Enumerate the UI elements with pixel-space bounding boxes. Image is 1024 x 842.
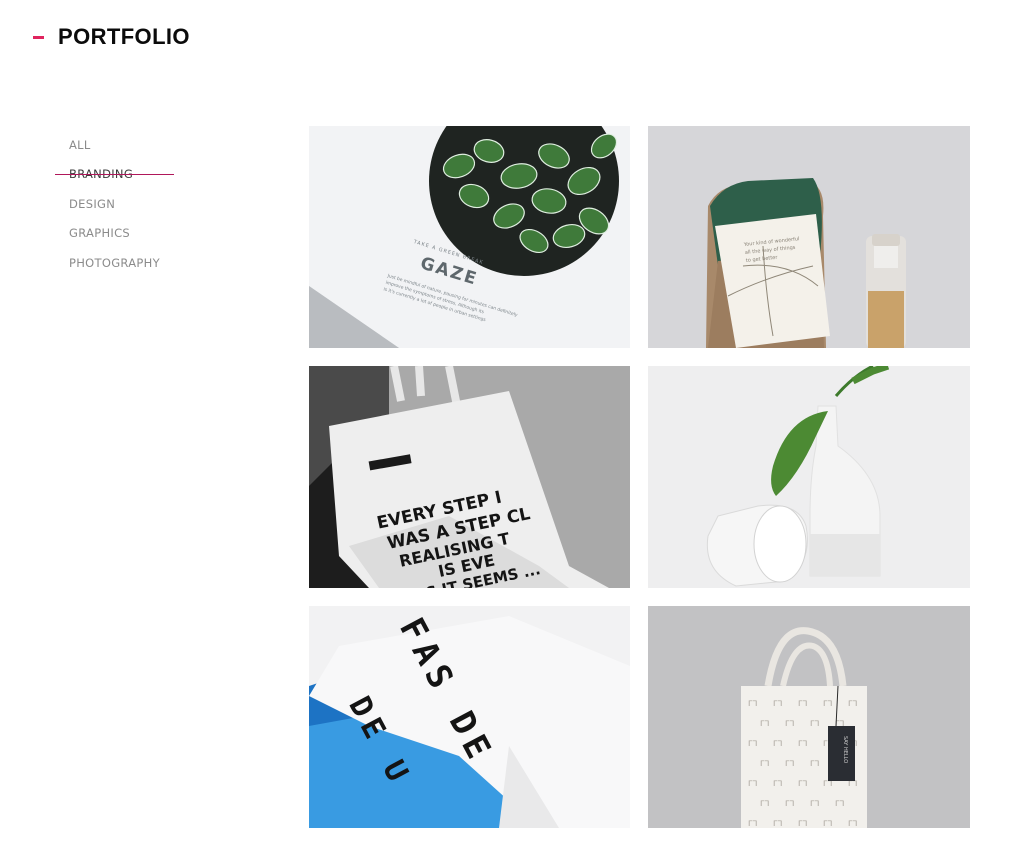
svg-text:ᒥᒣ: ᒥᒣ <box>760 799 769 808</box>
svg-text:ᒥᒣ: ᒥᒣ <box>760 759 769 768</box>
tote-tag-text: SAY HELLO <box>842 736 848 763</box>
filter-all[interactable]: ALL <box>69 130 160 160</box>
filter-branding[interactable]: BRANDING <box>55 160 174 190</box>
svg-text:ᒥᒣ: ᒥᒣ <box>798 819 807 828</box>
svg-text:ᒥᒣ: ᒥᒣ <box>773 779 782 788</box>
portfolio-item-vase[interactable] <box>648 366 970 588</box>
filter-label: ALL <box>69 137 91 152</box>
page-title: PORTFOLIO <box>58 24 190 49</box>
portfolio-item-tote-every-step[interactable]: EVERY STEP I WAS A STEP CL REALISING T I… <box>309 366 630 588</box>
portfolio-grid: TAKE A GREEN BREAK GAZE Just be mindful … <box>309 126 970 828</box>
tote-pattern-photo: ᒥᒣ ᒥᒣ ᒥᒣ ᒥᒣ ᒥᒣ ᒥᒣ ᒥᒣ ᒥᒣ ᒥᒣ ᒥᒣ ᒥᒣ ᒥᒣ ᒥᒣ ᒥᒣ ᒥᒣ ᒥᒣ ᒥᒣ ᒥᒣ … <box>648 606 970 828</box>
gaze-photo: TAKE A GREEN BREAK GAZE Just be mindful … <box>309 126 630 348</box>
svg-text:ᒥᒣ: ᒥᒣ <box>798 779 807 788</box>
svg-text:ᒥᒣ: ᒥᒣ <box>810 719 819 728</box>
svg-text:ᒥᒣ: ᒥᒣ <box>835 799 844 808</box>
svg-text:ᒥᒣ: ᒥᒣ <box>785 759 794 768</box>
filter-label: PHOTOGRAPHY <box>69 255 160 270</box>
svg-text:ᒥᒣ: ᒥᒣ <box>748 819 757 828</box>
filter-design[interactable]: DESIGN <box>69 189 160 219</box>
filter-graphics[interactable]: GRAPHICS <box>69 219 160 249</box>
fas-de-u-photo: FAS DE DE U <box>309 606 630 828</box>
svg-text:ᒥᒣ: ᒥᒣ <box>848 819 857 828</box>
filter-label: BRANDING <box>69 167 134 182</box>
vase-photo <box>648 366 970 588</box>
filter-photography[interactable]: PHOTOGRAPHY <box>69 248 160 278</box>
svg-text:ᒥᒣ: ᒥᒣ <box>773 699 782 708</box>
svg-text:ᒥᒣ: ᒥᒣ <box>798 739 807 748</box>
svg-text:ᒥᒣ: ᒥᒣ <box>823 699 832 708</box>
portfolio-filter-list: ALL BRANDING DESIGN GRAPHICS PHOTOGRAPHY <box>55 130 174 278</box>
svg-text:ᒥᒣ: ᒥᒣ <box>785 719 794 728</box>
filter-label: GRAPHICS <box>69 226 131 241</box>
svg-text:ᒥᒣ: ᒥᒣ <box>785 799 794 808</box>
portfolio-item-fas-de-u[interactable]: FAS DE DE U <box>309 606 630 828</box>
svg-text:ᒥᒣ: ᒥᒣ <box>748 739 757 748</box>
svg-text:ᒥᒣ: ᒥᒣ <box>810 799 819 808</box>
page-header: PORTFOLIO <box>33 22 190 52</box>
svg-text:ᒥᒣ: ᒥᒣ <box>848 699 857 708</box>
portfolio-item-gaze[interactable]: TAKE A GREEN BREAK GAZE Just be mindful … <box>309 126 630 348</box>
filter-label: DESIGN <box>69 196 116 211</box>
burlap-card-photo: Your kind of wonderful all the way of th… <box>648 126 970 348</box>
title-accent-dash <box>33 35 44 39</box>
svg-text:ᒥᒣ: ᒥᒣ <box>798 699 807 708</box>
svg-text:ᒥᒣ: ᒥᒣ <box>748 699 757 708</box>
svg-text:ᒥᒣ: ᒥᒣ <box>748 779 757 788</box>
svg-text:ᒥᒣ: ᒥᒣ <box>810 759 819 768</box>
svg-text:ᒥᒣ: ᒥᒣ <box>760 719 769 728</box>
tote-every-step-photo: EVERY STEP I WAS A STEP CL REALISING T I… <box>309 366 630 588</box>
svg-text:ᒥᒣ: ᒥᒣ <box>773 739 782 748</box>
portfolio-item-burlap-card[interactable]: Your kind of wonderful all the way of th… <box>648 126 970 348</box>
svg-text:ᒥᒣ: ᒥᒣ <box>773 819 782 828</box>
portfolio-item-tote-pattern[interactable]: ᒥᒣ ᒥᒣ ᒥᒣ ᒥᒣ ᒥᒣ ᒥᒣ ᒥᒣ ᒥᒣ ᒥᒣ ᒥᒣ ᒥᒣ ᒥᒣ ᒥᒣ ᒥᒣ ᒥᒣ ᒥᒣ ᒥᒣ ᒥᒣ … <box>648 606 970 828</box>
svg-text:ᒥᒣ: ᒥᒣ <box>823 819 832 828</box>
